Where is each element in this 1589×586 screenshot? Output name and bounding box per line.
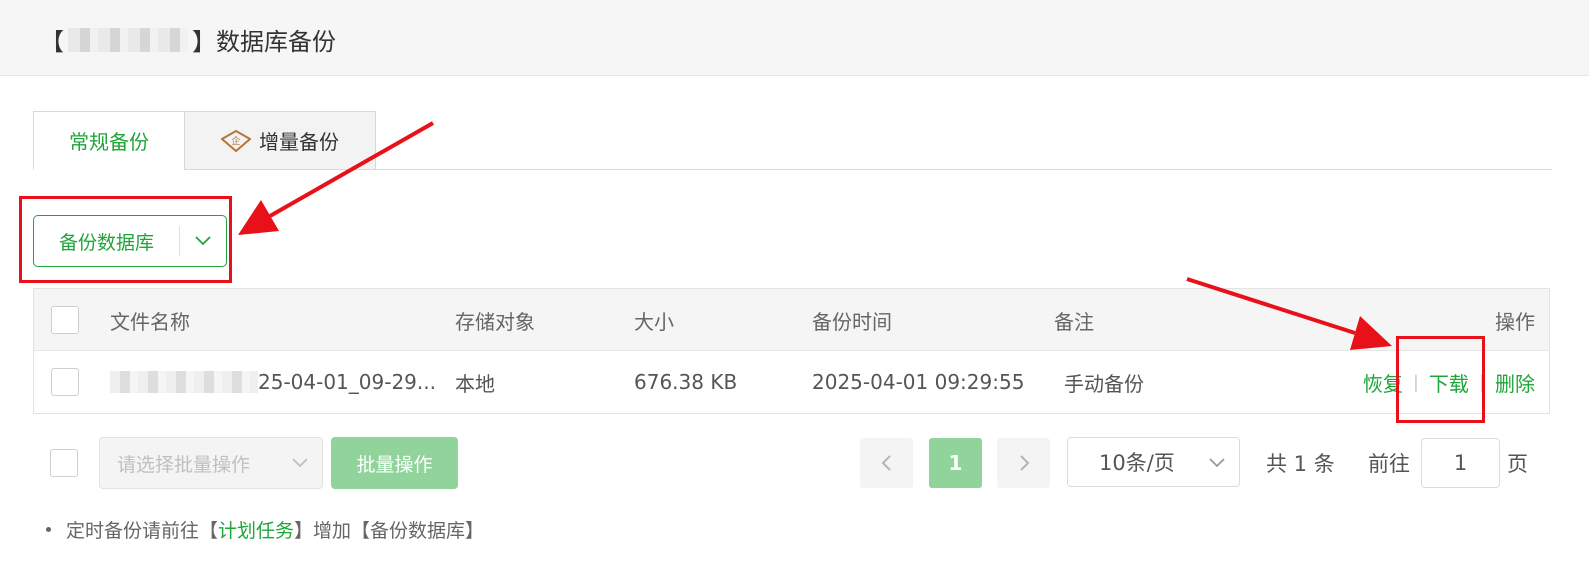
annotation-arrow-left <box>238 121 434 235</box>
annotation-arrow-right <box>1186 277 1392 350</box>
annotation-arrows <box>238 121 1392 350</box>
